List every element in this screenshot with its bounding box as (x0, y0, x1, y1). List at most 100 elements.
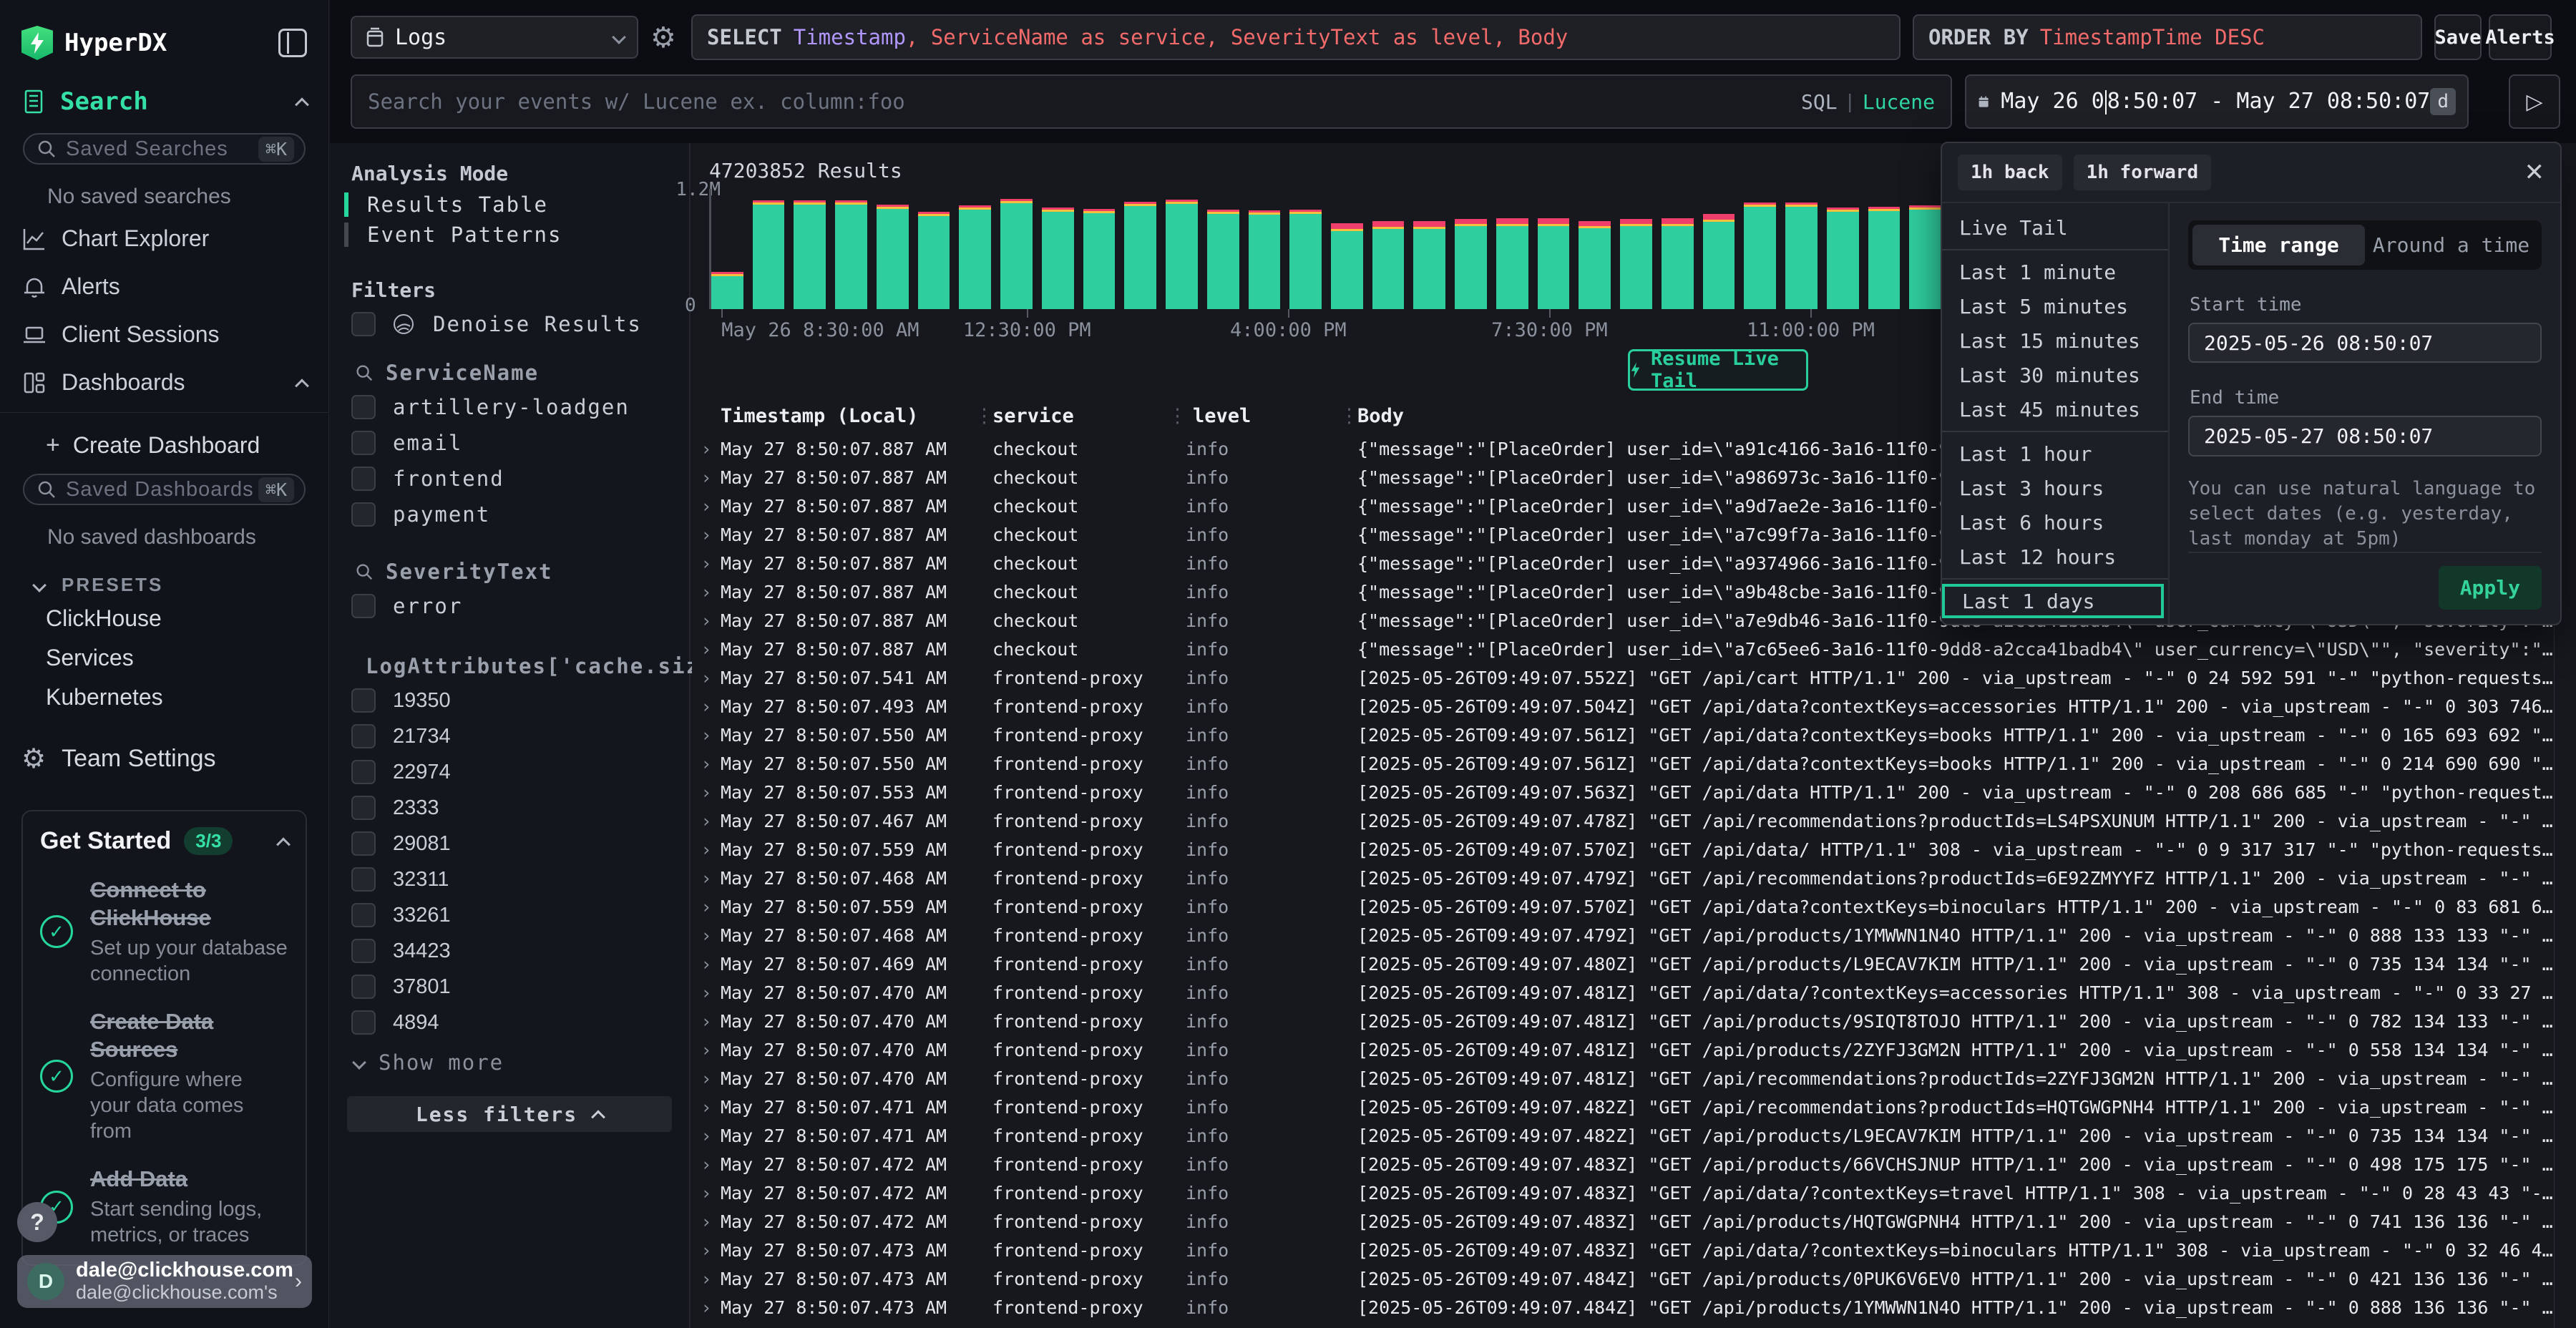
filter-option[interactable]: 32311 (330, 861, 689, 897)
table-row[interactable]: › May 27 8:50:07.559 AM frontend-proxy i… (692, 893, 2554, 922)
tab-around-a-time[interactable]: Around a time (2365, 225, 2537, 265)
sidebar-item-dashboards[interactable]: Dashboards (0, 358, 328, 406)
histogram-bar[interactable] (1868, 207, 1901, 309)
filter-option[interactable]: 21734 (330, 718, 689, 754)
row-expand-icon[interactable]: › (692, 1122, 721, 1151)
table-row[interactable]: › May 27 8:50:07.472 AM frontend-proxy i… (692, 1179, 2554, 1208)
checkbox[interactable] (351, 796, 376, 820)
table-row[interactable]: › May 27 8:50:07.473 AM frontend-proxy i… (692, 1294, 2554, 1322)
table-row[interactable]: › May 27 8:50:07.470 AM frontend-proxy i… (692, 979, 2554, 1007)
preset-live-tail[interactable]: Live Tail (1942, 210, 2168, 245)
table-row[interactable]: › May 27 8:50:07.541 AM frontend-proxy i… (692, 664, 2554, 693)
filter-option[interactable]: payment (330, 497, 689, 532)
col-service[interactable]: service (992, 405, 1074, 427)
row-expand-icon[interactable]: › (692, 807, 721, 836)
get-started-item[interactable]: ✓ Create Data Sources Configure where yo… (40, 1008, 288, 1144)
row-expand-icon[interactable]: › (692, 435, 721, 464)
show-more-link[interactable]: Show more (330, 1040, 689, 1075)
checkbox[interactable] (351, 502, 376, 527)
time-preset-item[interactable]: Last 45 minutes (1942, 392, 2168, 426)
filter-option[interactable]: email (330, 425, 689, 461)
row-expand-icon[interactable]: › (692, 778, 721, 807)
histogram-bar[interactable] (1662, 218, 1694, 309)
row-expand-icon[interactable]: › (692, 1265, 721, 1294)
histogram-bar[interactable] (1455, 219, 1487, 309)
histogram-bar[interactable] (1538, 218, 1570, 309)
sidebar-item-chart-explorer[interactable]: Chart Explorer (0, 215, 328, 263)
histogram-bar[interactable] (1703, 214, 1735, 309)
row-expand-icon[interactable]: › (692, 922, 721, 950)
time-preset-item[interactable]: Last 1 minute (1942, 255, 2168, 289)
row-expand-icon[interactable]: › (692, 1322, 721, 1328)
table-row[interactable]: › May 27 8:50:07.550 AM frontend-proxy i… (692, 750, 2554, 778)
row-expand-icon[interactable]: › (692, 693, 721, 721)
sidebar-item-search[interactable]: Search (0, 67, 328, 123)
histogram-bar[interactable] (1042, 208, 1074, 309)
run-query-button[interactable]: ▷ (2509, 74, 2560, 129)
histogram-bar[interactable] (1827, 208, 1859, 309)
start-time-input[interactable]: 2025-05-26 08:50:07 (2188, 323, 2542, 363)
histogram-bar[interactable] (1207, 210, 1239, 309)
time-preset-item[interactable]: Last 5 minutes (1942, 289, 2168, 323)
filter-option[interactable]: 2333 (330, 790, 689, 826)
table-row[interactable]: › May 27 8:50:07.493 AM frontend-proxy i… (692, 693, 2554, 721)
histogram-bar[interactable] (1166, 200, 1198, 309)
table-row[interactable]: › May 27 8:50:07.468 AM frontend-proxy i… (692, 922, 2554, 950)
histogram-bar[interactable] (1620, 219, 1652, 309)
table-row[interactable]: › May 27 8:50:07.473 AM frontend-proxy i… (692, 1236, 2554, 1265)
row-expand-icon[interactable]: › (692, 721, 721, 750)
table-row[interactable]: › May 27 8:50:07.473 AM frontend-proxy i… (692, 1265, 2554, 1294)
filter-option[interactable]: 22974 (330, 754, 689, 790)
row-expand-icon[interactable]: › (692, 664, 721, 693)
table-row[interactable]: › May 27 8:50:07.471 AM frontend-proxy i… (692, 1122, 2554, 1151)
histogram-bar[interactable] (1083, 209, 1116, 309)
table-row[interactable]: › May 27 8:50:07.470 AM frontend-proxy i… (692, 1007, 2554, 1036)
filter-option[interactable]: 29081 (330, 826, 689, 861)
histogram-bar[interactable] (1413, 221, 1445, 309)
saved-dashboards-input[interactable]: Saved Dashboards ⌘K (23, 474, 306, 505)
histogram-bar[interactable] (1372, 221, 1405, 309)
filter-option[interactable]: artillery-loadgen (330, 389, 689, 425)
row-expand-icon[interactable]: › (692, 521, 721, 550)
presets-toggle[interactable]: PRESETS (0, 555, 328, 599)
get-started-item[interactable]: ✓ Connect to ClickHouse Set up your data… (40, 877, 288, 987)
histogram-bar[interactable] (1124, 202, 1156, 309)
denoise-results-checkbox-row[interactable]: Denoise Results (330, 306, 689, 342)
help-button[interactable]: ? (17, 1202, 57, 1242)
time-preset-item[interactable]: Last 6 hours (1942, 505, 2168, 540)
table-row[interactable]: › May 27 8:50:07.472 AM frontend-proxy i… (692, 1208, 2554, 1236)
row-expand-icon[interactable]: › (692, 1294, 721, 1322)
lang-toggle-lucene[interactable]: Lucene (1863, 90, 1935, 114)
histogram-bar[interactable] (711, 272, 743, 309)
checkbox[interactable] (351, 312, 376, 336)
table-row[interactable]: › May 27 8:50:07.887 AM checkout info {"… (692, 635, 2554, 664)
column-drag-handle-icon[interactable]: ⋮ (975, 405, 994, 427)
user-menu[interactable]: D dale@clickhouse.com dale@clickhouse.co… (17, 1255, 312, 1308)
filter-option[interactable]: 4894 (330, 1005, 689, 1040)
col-level[interactable]: level (1193, 405, 1251, 427)
table-row[interactable]: › May 27 8:50:07.559 AM frontend-proxy i… (692, 836, 2554, 864)
checkbox[interactable] (351, 688, 376, 713)
histogram-bar[interactable] (918, 212, 950, 309)
date-range-input[interactable]: May 26 08:50:07 - May 27 08:50:07 d (1965, 74, 2469, 129)
row-expand-icon[interactable]: › (692, 1036, 721, 1065)
histogram-bar[interactable] (1331, 223, 1363, 309)
row-expand-icon[interactable]: › (692, 1208, 721, 1236)
row-expand-icon[interactable]: › (692, 1236, 721, 1265)
row-expand-icon[interactable]: › (692, 550, 721, 578)
histogram-bar[interactable] (1289, 210, 1322, 309)
lang-toggle-sql[interactable]: SQL (1801, 90, 1838, 114)
preset-item[interactable]: ClickHouse (0, 599, 328, 638)
histogram-bar[interactable] (1496, 218, 1528, 309)
time-preset-item[interactable]: Last 15 minutes (1942, 323, 2168, 358)
row-expand-icon[interactable]: › (692, 1007, 721, 1036)
filter-group-servicename[interactable]: ServiceName (330, 342, 689, 389)
row-expand-icon[interactable]: › (692, 1179, 721, 1208)
sidebar-collapse-icon[interactable] (278, 29, 307, 57)
time-preset-item[interactable]: Last 1 hour (1942, 436, 2168, 471)
table-row[interactable]: › May 27 8:50:07.470 AM frontend-proxy i… (692, 1065, 2554, 1093)
filter-option[interactable]: 33261 (330, 897, 689, 933)
table-row[interactable]: › May 27 8:50:07.469 AM frontend-proxy i… (692, 950, 2554, 979)
checkbox[interactable] (351, 724, 376, 748)
time-preset-item[interactable]: Last 12 hours (1942, 540, 2168, 574)
